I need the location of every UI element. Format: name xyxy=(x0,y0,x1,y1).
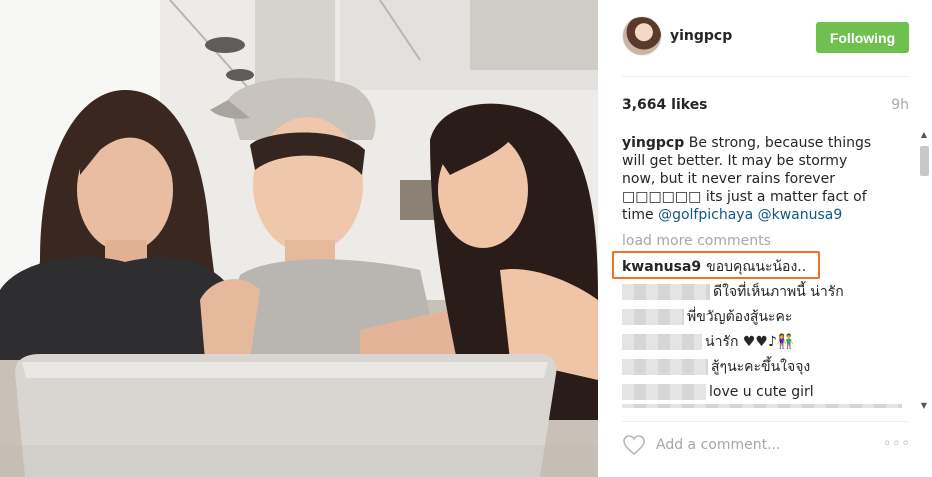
comment-text: น่ารัก ♥♥♪👫 xyxy=(705,333,795,350)
load-more-comments-link[interactable]: load more comments xyxy=(622,232,912,250)
comment-text: ดีใจที่เห็นภาพนี้ น่ารัก xyxy=(713,283,844,300)
post-time[interactable]: 9h xyxy=(891,97,909,113)
arrow-up-icon[interactable]: ▲ xyxy=(919,130,929,139)
comments-scrollbar[interactable]: ▲ ▼ xyxy=(917,130,931,410)
redacted-username xyxy=(622,308,684,325)
scroll-thumb[interactable] xyxy=(920,146,929,176)
redacted-username xyxy=(622,333,702,350)
comment-username[interactable]: kwanusa9 xyxy=(622,258,701,276)
heart-icon[interactable] xyxy=(622,434,646,456)
comment-text: พี่ขวัญต้องสู้นะคะ xyxy=(687,308,793,325)
comment-row: love u cute girl xyxy=(622,379,912,404)
comment-row: kwanusa9 ขอบคุณนะน้อง.. xyxy=(622,254,912,279)
redacted-comment xyxy=(622,404,902,408)
footer-divider xyxy=(622,421,909,422)
post-photo[interactable] xyxy=(0,0,598,477)
post-sidebar: yingpcp Following 3,664 likes 9h yingpcp… xyxy=(598,0,932,477)
redacted-username xyxy=(622,383,706,400)
redacted-username xyxy=(622,358,708,375)
more-options-icon[interactable]: ◦◦◦ xyxy=(883,436,911,452)
header-divider xyxy=(622,76,909,77)
comment-row xyxy=(622,404,912,408)
following-button[interactable]: Following xyxy=(816,22,909,53)
caption-username[interactable]: yingpcp xyxy=(622,135,684,151)
comment-row: ดีใจที่เห็นภาพนี้ น่ารัก xyxy=(622,279,912,304)
comments-list: yingpcp Be strong, because things will g… xyxy=(622,134,912,408)
comment-row: พี่ขวัญต้องสู้นะคะ xyxy=(622,304,912,329)
arrow-down-icon[interactable]: ▼ xyxy=(919,401,929,410)
comment-text: love u cute girl xyxy=(709,383,814,400)
photo-illustration xyxy=(0,0,598,477)
mention-link[interactable]: @golfpichaya xyxy=(658,207,753,223)
add-comment-input[interactable] xyxy=(656,434,856,456)
post-header: yingpcp Following xyxy=(598,0,932,76)
mention-link[interactable]: @kwanusa9 xyxy=(758,207,843,223)
redacted-username xyxy=(622,283,710,300)
comment-row: น่ารัก ♥♥♪👫 xyxy=(622,329,912,354)
comment-text: ขอบคุณนะน้อง.. xyxy=(706,258,807,275)
comment-row: สู้ๆนะคะขึ้นใจจุง xyxy=(622,354,912,379)
header-username[interactable]: yingpcp xyxy=(670,28,732,44)
comment-text: สู้ๆนะคะขึ้นใจจุง xyxy=(711,358,811,375)
avatar[interactable] xyxy=(622,16,662,56)
caption: yingpcp Be strong, because things will g… xyxy=(622,134,884,224)
likes-count[interactable]: 3,664 likes xyxy=(622,97,708,113)
